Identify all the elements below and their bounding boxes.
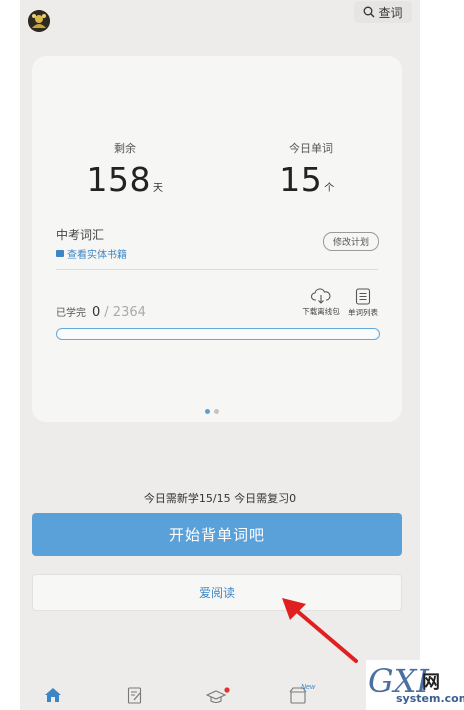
view-book-link[interactable]: 查看实体书籍 bbox=[56, 246, 127, 261]
study-plan-card[interactable]: 剩余 158 天 今日单词 15 个 中考词汇 查看实体书籍 修改计划 已学完 0 … bbox=[32, 56, 402, 422]
learned-total: / 2364 bbox=[104, 305, 146, 320]
today-words-count: 15 个 bbox=[237, 160, 377, 199]
watermark-sub: system.com bbox=[396, 692, 464, 705]
learning-progress-bar bbox=[56, 328, 380, 340]
avatar[interactable] bbox=[28, 10, 50, 32]
tab-home[interactable] bbox=[44, 687, 62, 707]
list-icon bbox=[355, 288, 371, 305]
today-summary: 今日需新学15/15 今日需复习0 bbox=[143, 492, 297, 505]
notebook-icon bbox=[127, 687, 142, 704]
today-words-unit: 个 bbox=[324, 183, 335, 194]
page-dot-active bbox=[205, 409, 210, 414]
watermark-logo: GXI 网 system.com bbox=[366, 660, 464, 710]
remaining-label: 剩余 bbox=[114, 142, 136, 155]
tab-shop[interactable]: New bbox=[288, 683, 318, 709]
view-book-label: 查看实体书籍 bbox=[67, 250, 127, 261]
learned-done: 0 bbox=[92, 305, 101, 320]
graduation-cap-icon bbox=[205, 687, 230, 704]
download-label: 下载离线包 bbox=[302, 307, 340, 316]
red-arrow-annotation bbox=[282, 598, 358, 663]
remaining-days: 158 天 bbox=[55, 160, 195, 199]
today-words-label: 今日单词 bbox=[289, 142, 333, 155]
learned-status: 已学完 0 / 2364 bbox=[56, 304, 146, 320]
book-name: 中考词汇 bbox=[56, 228, 105, 242]
notification-dot bbox=[224, 687, 230, 693]
avatar-image bbox=[28, 10, 50, 32]
start-memorize-button[interactable]: 开始背单词吧 bbox=[32, 513, 402, 556]
word-list-button[interactable]: 单词列表 bbox=[339, 288, 387, 318]
search-label: 查词 bbox=[378, 5, 403, 20]
search-word-button[interactable]: 查词 bbox=[354, 1, 412, 23]
remaining-unit: 天 bbox=[153, 183, 164, 194]
shop-icon: New bbox=[289, 684, 316, 704]
search-icon bbox=[364, 6, 375, 18]
book-icon bbox=[56, 250, 64, 257]
watermark-net: 网 bbox=[422, 672, 440, 693]
page-indicator bbox=[205, 409, 223, 414]
page-dot-inactive bbox=[214, 409, 219, 414]
tab-study[interactable] bbox=[205, 687, 230, 709]
today-words-value: 15 bbox=[279, 160, 323, 199]
word-list-label: 单词列表 bbox=[348, 308, 378, 317]
tab-notebook[interactable] bbox=[127, 687, 143, 708]
bottom-tab-bar: New bbox=[20, 680, 420, 710]
remaining-value: 158 bbox=[86, 160, 151, 199]
download-offline-button[interactable]: 下载离线包 bbox=[297, 288, 345, 317]
edit-plan-button[interactable]: 修改计划 bbox=[323, 232, 379, 251]
divider bbox=[56, 269, 378, 270]
cloud-download-icon bbox=[311, 288, 331, 304]
learned-label: 已学完 bbox=[56, 308, 86, 319]
app-screen: 查词 剩余 158 天 今日单词 15 个 中考词汇 查看实体书籍 修改计划 已学完… bbox=[20, 0, 420, 710]
home-icon bbox=[45, 688, 61, 702]
new-badge: New bbox=[301, 684, 316, 691]
